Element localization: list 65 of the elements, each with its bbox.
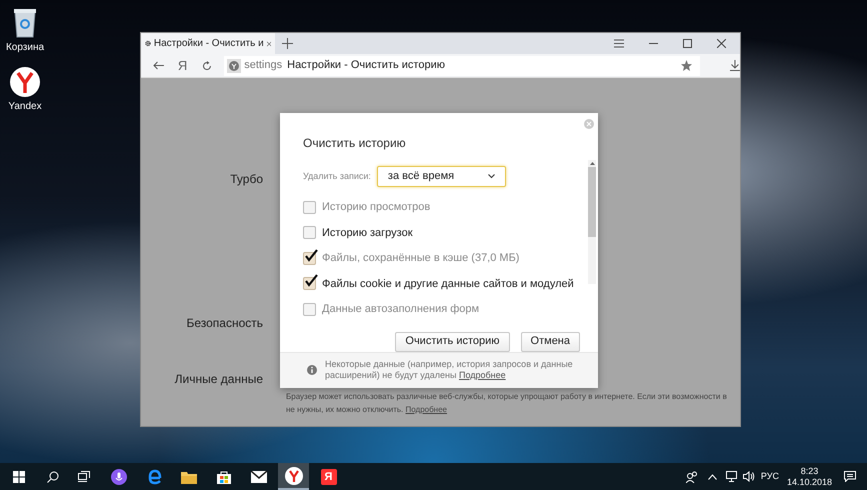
desktop-icon-label[interactable]: Yandex — [8, 99, 42, 114]
scroll-up-icon[interactable] — [590, 162, 594, 165]
more-link[interactable]: Подробнее — [458, 370, 506, 380]
notification-icon[interactable] — [844, 471, 856, 482]
folder-icon — [180, 470, 196, 484]
cancel-button[interactable]: Отмена — [520, 332, 580, 352]
taskbar-app-button[interactable] — [278, 463, 309, 490]
envelope-icon — [250, 470, 266, 482]
option-label: Историю загрузок — [322, 226, 413, 240]
shopping-bag-icon — [216, 468, 232, 484]
taskbar-yandex-button[interactable]: Я — [313, 463, 344, 490]
windows-start-icon[interactable] — [13, 470, 25, 482]
section-label: Личные данные — [174, 371, 263, 388]
checkbox[interactable] — [303, 277, 316, 290]
recycle-bin-icon[interactable] — [12, 6, 38, 38]
speaker-icon[interactable] — [742, 471, 755, 482]
option-label: Историю просмотров — [322, 200, 430, 215]
address-field[interactable]: settings Настройки - Очистить историю — [224, 56, 700, 76]
y-logo-icon — [284, 466, 302, 484]
monitor-icon[interactable] — [724, 471, 737, 482]
info-icon — [307, 365, 317, 376]
dialog-title: Очистить историю — [303, 135, 407, 152]
gear-icon — [145, 38, 151, 49]
star-icon[interactable] — [681, 60, 692, 71]
chevron-up-icon[interactable] — [708, 474, 717, 480]
maximize-icon[interactable] — [683, 39, 692, 48]
clock[interactable]: 8:23 14.10.2018 — [786, 466, 832, 488]
address-text: Настройки - Очистить историю — [287, 58, 445, 74]
chevron-down-icon — [488, 174, 495, 179]
language-indicator[interactable]: РУС — [760, 470, 779, 484]
checkbox[interactable] — [303, 252, 316, 265]
plus-icon[interactable] — [282, 38, 293, 49]
task-view-icon[interactable] — [78, 471, 90, 482]
clear-history-button[interactable]: Очистить историю — [395, 332, 510, 352]
period-label: Удалить записи: — [303, 170, 371, 183]
checkbox[interactable] — [303, 302, 316, 316]
checkbox[interactable] — [303, 226, 316, 240]
section-label: Безопасность — [186, 315, 263, 332]
reload-icon[interactable] — [202, 60, 212, 70]
browser-tab[interactable]: Настройки - Очистить и — [141, 33, 275, 54]
people-icon[interactable] — [686, 470, 698, 482]
yandex-home-button[interactable]: Я — [178, 59, 188, 72]
back-arrow-icon[interactable] — [153, 61, 164, 70]
note-text: Некоторые данные (например, история запросов и данные расширений) не будут удалены Подробнее — [325, 359, 574, 382]
y-logo-icon[interactable] — [10, 67, 40, 97]
period-dropdown[interactable]: за всё время — [376, 166, 506, 187]
scrollbar[interactable] — [588, 160, 596, 284]
checkmark-icon — [304, 274, 318, 288]
address-prefix: settings — [244, 58, 282, 74]
section-label: Турбо — [230, 171, 263, 188]
close-icon[interactable] — [266, 40, 271, 48]
description-text: Браузер может использовать различные веб-службы, которые упрощают работу в интернете. Если эти возможности в не нужны, их можно отключить. Подробнее — [286, 391, 727, 416]
option-label: Данные автозаполнения форм — [322, 302, 480, 317]
option-label: Файлы, сохранённые в кэше (37,0 МБ) — [322, 251, 520, 266]
microphone-icon — [110, 468, 126, 484]
close-icon[interactable] — [717, 39, 726, 48]
search-icon[interactable] — [47, 470, 59, 482]
checkbox[interactable] — [303, 200, 316, 214]
menu-icon[interactable] — [614, 39, 624, 48]
download-icon[interactable] — [730, 60, 740, 71]
desktop-icon-label[interactable]: Корзина — [6, 40, 44, 55]
checkmark-icon — [304, 248, 318, 263]
option-label: Файлы cookie и другие данные сайтов и модулей — [322, 276, 574, 292]
more-link[interactable]: Подробнее — [406, 405, 447, 414]
shield-icon — [229, 60, 240, 70]
